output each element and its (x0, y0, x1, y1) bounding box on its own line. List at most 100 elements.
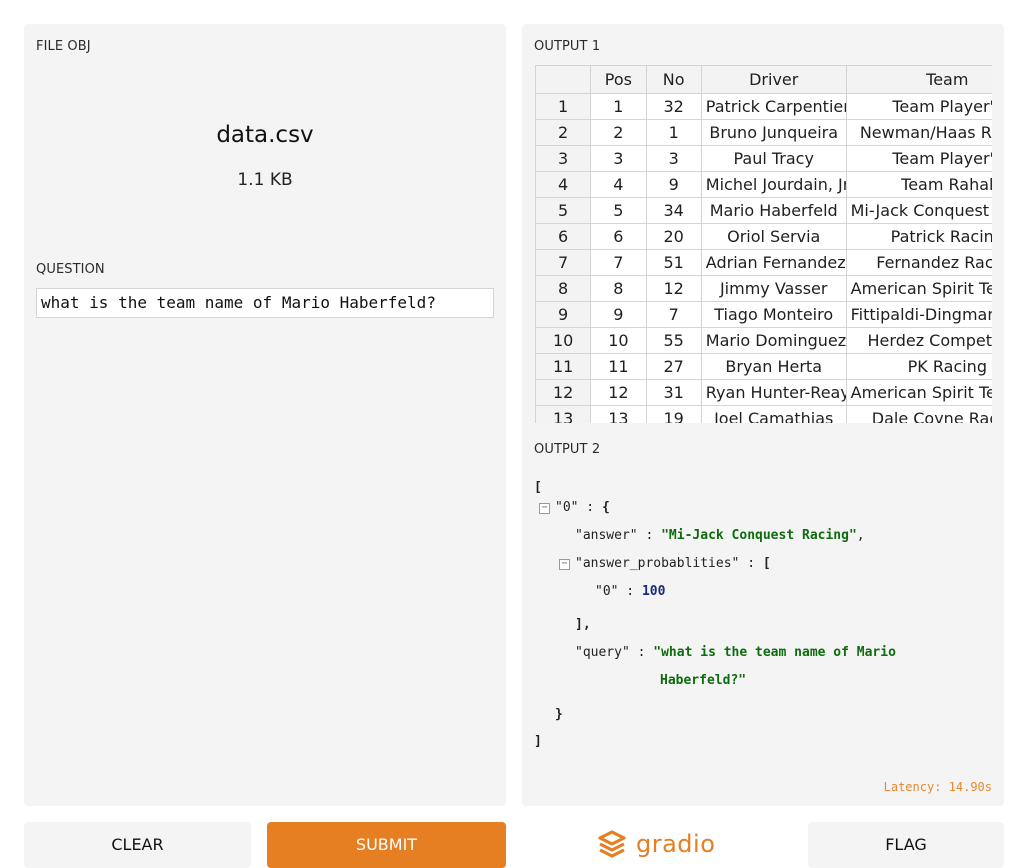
table-row[interactable]: 131319Joel CamathiasDale Coyne Racing (535, 405, 992, 423)
table-header-team: Team (845, 65, 992, 94)
table-cell-pos[interactable]: 10 (590, 327, 647, 354)
table-cell-pos[interactable]: 5 (590, 197, 647, 224)
table-cell-team[interactable]: American Spirit Team Johansson (845, 275, 992, 302)
output-1-label: OUTPUT 1 (534, 39, 601, 54)
table-cell-driver[interactable]: Mario Dominguez (700, 327, 847, 354)
table-cell-no[interactable]: 27 (645, 353, 702, 380)
table-cell-team[interactable]: Patrick Racing (845, 223, 992, 250)
table-row[interactable]: 5534Mario HaberfeldMi-Jack Conquest Raci… (535, 197, 992, 224)
json-item-key: "0" (555, 500, 579, 515)
table-cell-index[interactable]: 5 (535, 197, 592, 224)
question-label: QUESTION (36, 262, 105, 277)
table-cell-driver[interactable]: Adrian Fernandez (700, 249, 847, 276)
json-answer-key: "answer" (575, 528, 638, 543)
json-query-key: "query" (575, 645, 630, 660)
table-cell-no[interactable]: 12 (645, 275, 702, 302)
question-input[interactable]: what is the team name of Mario Haberfeld… (36, 288, 494, 318)
table-cell-index[interactable]: 13 (535, 405, 592, 423)
table-row[interactable]: 4 4 9 Michel Jourdain, Jr. Team Rahal (535, 171, 992, 198)
table-cell-index[interactable]: 2 (535, 119, 592, 146)
table-cell-driver[interactable]: Patrick Carpentier (700, 93, 847, 120)
table-cell-no[interactable]: 20 (645, 223, 702, 250)
table-cell-pos[interactable]: 13 (590, 405, 647, 423)
table-cell-driver[interactable]: Michel Jourdain, Jr. (700, 171, 847, 198)
table-cell-pos[interactable]: 2 (590, 119, 647, 146)
table-row[interactable]: 3 3 3 Paul Tracy Team Player's (535, 145, 992, 172)
table-cell-pos[interactable]: 4 (590, 171, 647, 198)
table-row[interactable]: 101055Mario DominguezHerdez Competition (535, 327, 992, 354)
table-row[interactable]: 7751Adrian FernandezFernandez Racing (535, 249, 992, 276)
table-cell-driver[interactable]: Oriol Servia (700, 223, 847, 250)
file-name[interactable]: data.csv (24, 122, 506, 148)
table-header-row: Pos No Driver Team (535, 65, 992, 94)
table-cell-team[interactable]: Dale Coyne Racing (845, 405, 992, 423)
table-cell-team[interactable]: Mi-Jack Conquest Racing (845, 197, 992, 224)
table-row[interactable]: 6620Oriol ServiaPatrick Racing (535, 223, 992, 250)
table-cell-index[interactable]: 7 (535, 249, 592, 276)
json-probs-key: "answer_probablities" (575, 556, 740, 571)
table-cell-pos[interactable]: 9 (590, 301, 647, 328)
json-probs-row: "answer_probablities" : [ (575, 556, 771, 571)
table-cell-team[interactable]: PK Racing (845, 353, 992, 380)
table-cell-index[interactable]: 6 (535, 223, 592, 250)
table-cell-pos[interactable]: 1 (590, 93, 647, 120)
table-cell-index[interactable]: 9 (535, 301, 592, 328)
table-cell-index[interactable]: 8 (535, 275, 592, 302)
table-cell-no[interactable]: 51 (645, 249, 702, 276)
table-cell-no[interactable]: 1 (645, 119, 702, 146)
output-panel: OUTPUT 1 Pos No Driver Team 1 1 32 Patrick … (522, 24, 1004, 806)
table-cell-team[interactable]: Herdez Competition (845, 327, 992, 354)
table-cell-index[interactable]: 1 (535, 93, 592, 120)
clear-button[interactable]: CLEAR (24, 822, 251, 868)
table-cell-no[interactable]: 3 (645, 145, 702, 172)
table-cell-no[interactable]: 31 (645, 379, 702, 406)
table-cell-driver[interactable]: Jimmy Vasser (700, 275, 847, 302)
table-cell-index[interactable]: 3 (535, 145, 592, 172)
table-cell-pos[interactable]: 8 (590, 275, 647, 302)
table-cell-driver[interactable]: Ryan Hunter-Reay (700, 379, 847, 406)
table-body: 1 1 32 Patrick Carpentier Team Player's 2 2 1 Br… (535, 93, 992, 423)
table-cell-no[interactable]: 19 (645, 405, 702, 423)
table-cell-no[interactable]: 34 (645, 197, 702, 224)
table-cell-pos[interactable]: 7 (590, 249, 647, 276)
table-row[interactable]: 8812Jimmy VasserAmerican Spirit Team Joh… (535, 275, 992, 302)
table-cell-no[interactable]: 9 (645, 171, 702, 198)
table-cell-no[interactable]: 55 (645, 327, 702, 354)
flag-button[interactable]: FLAG (808, 822, 1004, 868)
table-cell-driver[interactable]: Paul Tracy (700, 145, 847, 172)
table-cell-team[interactable]: Newman/Haas Racing (845, 119, 992, 146)
table-cell-team[interactable]: American Spirit Team Johansson (845, 379, 992, 406)
submit-button[interactable]: SUBMIT (267, 822, 506, 868)
table-cell-pos[interactable]: 11 (590, 353, 647, 380)
table-cell-driver[interactable]: Mario Haberfeld (700, 197, 847, 224)
table-cell-no[interactable]: 7 (645, 301, 702, 328)
table-cell-team[interactable]: Fernandez Racing (845, 249, 992, 276)
table-cell-driver[interactable]: Bruno Junqueira (700, 119, 847, 146)
table-cell-index[interactable]: 4 (535, 171, 592, 198)
table-row[interactable]: 1 1 32 Patrick Carpentier Team Player's (535, 93, 992, 120)
collapse-toggle-icon[interactable]: − (539, 503, 550, 514)
table-row[interactable]: 11 11 27 Bryan Herta PK Racing (535, 353, 992, 380)
table-cell-team[interactable]: Team Rahal (845, 171, 992, 198)
output-table[interactable]: Pos No Driver Team 1 1 32 Patrick Carpentie… (535, 65, 992, 423)
table-cell-no[interactable]: 32 (645, 93, 702, 120)
table-row[interactable]: 997Tiago MonteiroFittipaldi-Dingman Raci… (535, 301, 992, 328)
table-row[interactable]: 121231Ryan Hunter-ReayAmerican Spirit Te… (535, 379, 992, 406)
table-cell-team[interactable]: Fittipaldi-Dingman Racing (845, 301, 992, 328)
table-cell-index[interactable]: 10 (535, 327, 592, 354)
table-cell-pos[interactable]: 3 (590, 145, 647, 172)
json-item-row: "0" : { (555, 500, 610, 515)
table-cell-driver[interactable]: Joel Camathias (700, 405, 847, 423)
table-cell-driver[interactable]: Tiago Monteiro (700, 301, 847, 328)
json-query-value-line2: Haberfeld?" (660, 673, 747, 688)
table-row[interactable]: 221Bruno JunqueiraNewman/Haas Racing (535, 119, 992, 146)
table-cell-team[interactable]: Team Player's (845, 145, 992, 172)
table-cell-driver[interactable]: Bryan Herta (700, 353, 847, 380)
table-cell-team[interactable]: Team Player's (845, 93, 992, 120)
gradio-logo-text: gradio (636, 830, 716, 858)
table-cell-index[interactable]: 12 (535, 379, 592, 406)
collapse-toggle-icon[interactable]: − (559, 559, 570, 570)
table-cell-pos[interactable]: 12 (590, 379, 647, 406)
table-cell-pos[interactable]: 6 (590, 223, 647, 250)
table-cell-index[interactable]: 11 (535, 353, 592, 380)
